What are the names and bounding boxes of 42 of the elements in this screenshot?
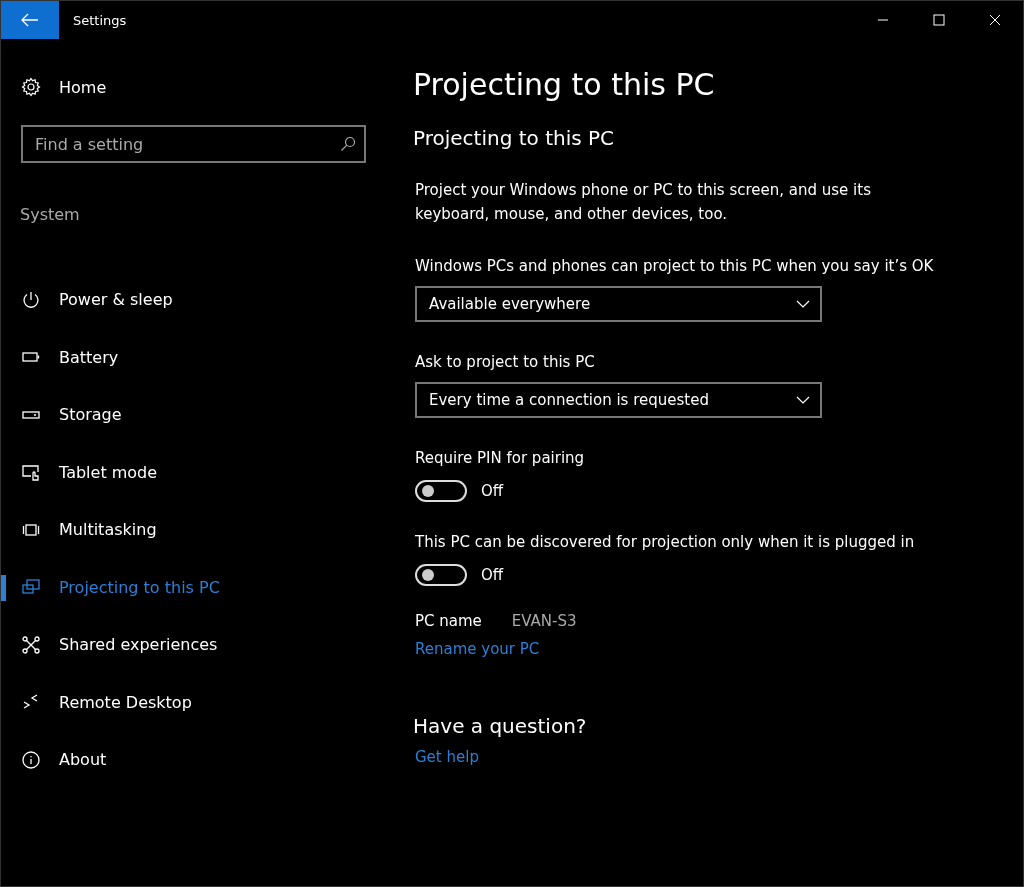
nav-item[interactable]: Storage bbox=[1, 386, 391, 444]
nav-item[interactable]: Projecting to this PC bbox=[1, 558, 391, 616]
setting-label: This PC can be discovered for projection only when it is plugged in bbox=[415, 532, 916, 553]
nav-item[interactable]: Tablet mode bbox=[1, 443, 391, 501]
section-heading: System bbox=[20, 205, 80, 224]
dropdown[interactable]: Every time a connection is requested bbox=[415, 382, 822, 418]
tablet-icon bbox=[21, 462, 41, 483]
info-icon bbox=[21, 749, 41, 770]
toggle-state: Off bbox=[481, 482, 504, 500]
nav-item[interactable]: Shared experiences bbox=[1, 616, 391, 674]
close-icon[interactable] bbox=[989, 14, 1001, 26]
toggle-switch[interactable] bbox=[415, 564, 467, 586]
question-heading: Have a question? bbox=[413, 714, 587, 738]
rename-link[interactable]: Rename your PC bbox=[415, 640, 540, 658]
nav-item[interactable]: Remote Desktop bbox=[1, 673, 391, 731]
chevron-down-icon bbox=[796, 300, 810, 308]
help-link[interactable]: Get help bbox=[415, 748, 479, 766]
back-arrow-icon bbox=[21, 13, 39, 27]
nav-item[interactable]: Multitasking bbox=[1, 501, 391, 559]
search-field[interactable]: Find a setting bbox=[21, 125, 366, 163]
maximize-icon[interactable] bbox=[933, 14, 945, 26]
power-icon bbox=[21, 289, 41, 310]
home-item[interactable]: Home bbox=[21, 77, 107, 97]
setting-label: Windows PCs and phones can project to this PC when you say it’s OK bbox=[415, 256, 935, 277]
chevron-down-icon bbox=[796, 396, 810, 404]
dropdown[interactable]: Available everywhere bbox=[415, 286, 822, 322]
gear-icon bbox=[21, 77, 41, 97]
nav-item[interactable]: Power & sleep bbox=[1, 271, 391, 329]
description-text: Project your Windows phone or PC to this screen, and use its keyboard, mouse, and other devices, too. bbox=[415, 180, 872, 225]
pc-name-value: EVAN-S3 bbox=[511, 612, 577, 630]
toggle-state: Off bbox=[481, 566, 504, 584]
setting-label: Ask to project to this PC bbox=[415, 352, 596, 373]
toggle-switch[interactable] bbox=[415, 480, 467, 502]
page-title: Projecting to this PC bbox=[413, 67, 715, 102]
network-icon bbox=[21, 634, 41, 655]
search-icon bbox=[340, 136, 356, 152]
pc-name-label: PC name bbox=[415, 612, 482, 630]
window-title: Settings bbox=[73, 12, 128, 28]
setting-label: Require PIN for pairing bbox=[415, 448, 586, 469]
section-title: Projecting to this PC bbox=[413, 126, 615, 150]
nav-item[interactable]: About bbox=[1, 731, 391, 789]
nav-item[interactable]: Battery bbox=[1, 328, 391, 386]
